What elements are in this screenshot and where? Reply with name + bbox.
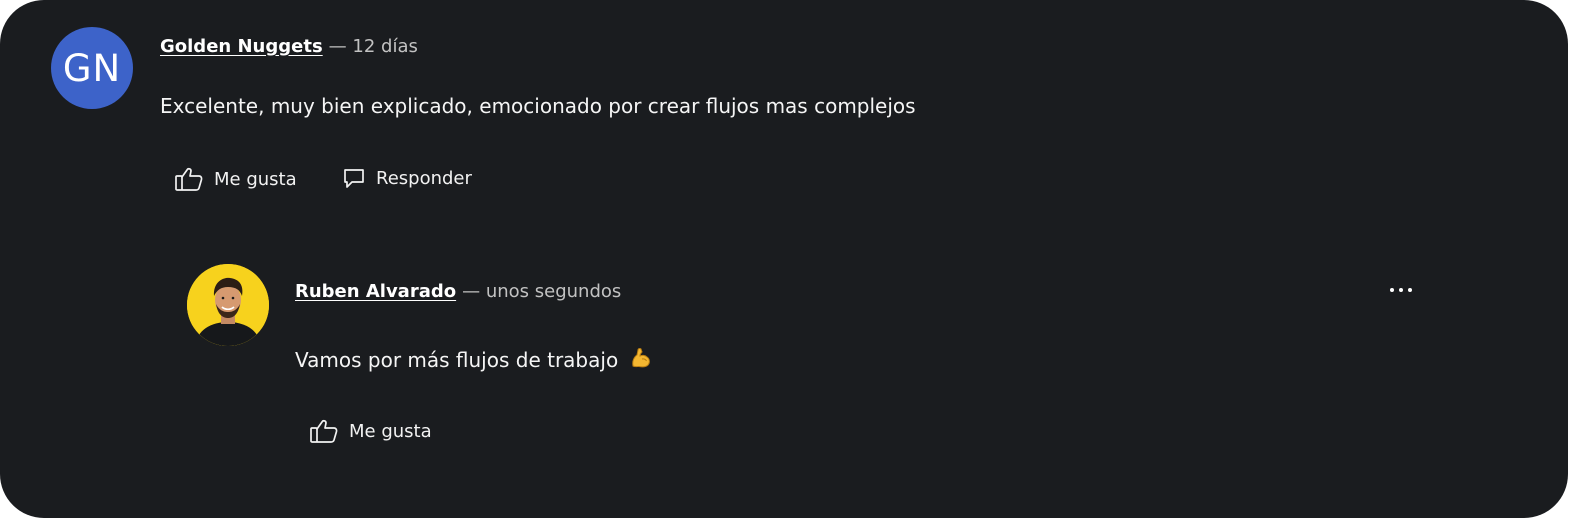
reply-text: Vamos por más flujos de trabajo — [295, 348, 619, 372]
speech-bubble-icon — [342, 166, 366, 190]
reply-text-row: Vamos por más flujos de trabajo — [295, 346, 653, 375]
comment-timestamp: — 12 días — [328, 36, 418, 57]
thumbs-up-icon — [309, 418, 339, 444]
reply-avatar[interactable] — [187, 264, 269, 346]
comment-header: Golden Nuggets — 12 días — [160, 36, 418, 57]
more-horizontal-icon — [1390, 288, 1394, 292]
reply-header: Ruben Alvarado — unos segundos — [295, 281, 621, 302]
reply-label: Responder — [376, 167, 472, 189]
like-button[interactable]: Me gusta — [174, 166, 297, 192]
reply-like-button[interactable]: Me gusta — [309, 418, 432, 444]
avatar[interactable]: GN — [51, 27, 133, 109]
reply-author-link[interactable]: Ruben Alvarado — [295, 281, 456, 302]
comment-author-link[interactable]: Golden Nuggets — [160, 36, 323, 57]
thumbs-up-icon — [174, 166, 204, 192]
flexed-biceps-emoji — [629, 346, 653, 375]
more-dot — [1408, 288, 1412, 292]
like-label: Me gusta — [214, 168, 297, 190]
reply-timestamp: — unos segundos — [462, 281, 622, 302]
reply-button[interactable]: Responder — [342, 166, 472, 190]
avatar-initials: GN — [62, 46, 122, 90]
comment-text: Excelente, muy bien explicado, emocionad… — [160, 94, 916, 118]
reply-like-label: Me gusta — [349, 420, 432, 442]
person-photo-icon — [187, 264, 269, 346]
more-dot — [1399, 288, 1403, 292]
comment-thread-card: GN Golden Nuggets — 12 días Excelente, m… — [0, 0, 1568, 518]
more-options-button[interactable] — [1380, 276, 1422, 304]
